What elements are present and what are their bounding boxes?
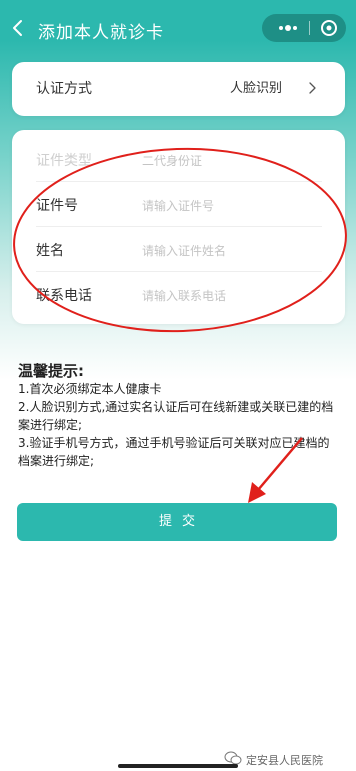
back-icon[interactable] — [8, 16, 28, 40]
name-row: 姓名 请输入证件姓名 — [36, 228, 322, 272]
auth-method-label: 认证方式 — [36, 81, 92, 97]
id-type-row: 证件类型 二代身份证 — [36, 138, 322, 182]
name-label: 姓名 — [36, 243, 64, 259]
auth-method-card[interactable]: 认证方式 人脸识别 — [12, 62, 345, 116]
capsule-divider — [309, 21, 310, 35]
phone-label: 联系电话 — [36, 288, 92, 304]
mini-program-close-icon[interactable] — [314, 14, 344, 42]
page-title: 添加本人就诊卡 — [38, 23, 164, 43]
tip-item-3: 3.验证手机号方式，通过手机号验证后可关联对应已建档的档案进行绑定; — [18, 436, 330, 468]
name-input[interactable]: 请输入证件姓名 — [142, 242, 226, 259]
tip-item-1: 1.首次必须绑定本人健康卡 — [18, 382, 162, 396]
home-indicator — [118, 764, 238, 768]
tips-title: 温馨提示: — [18, 362, 84, 380]
watermark: 定安县人民医院 — [224, 751, 323, 768]
phone-input[interactable]: 请输入联系电话 — [142, 287, 226, 304]
phone-row: 联系电话 请输入联系电话 — [36, 273, 322, 317]
more-dots-icon[interactable] — [272, 14, 304, 42]
submit-button[interactable]: 提交 — [17, 503, 337, 541]
divider — [36, 226, 322, 227]
id-type-value: 二代身份证 — [142, 154, 203, 168]
annotation-arrow-head — [248, 482, 266, 503]
wechat-icon — [224, 751, 242, 765]
divider — [36, 271, 322, 272]
chevron-right-icon — [309, 82, 316, 94]
tip-item-2: 2.人脸识别方式,通过实名认证后可在线新建或关联已建的档案进行绑定; — [18, 400, 334, 432]
id-number-input[interactable]: 请输入证件号 — [142, 197, 214, 214]
watermark-text: 定安县人民医院 — [246, 754, 323, 767]
id-type-label: 证件类型 — [36, 153, 92, 169]
id-number-label: 证件号 — [36, 198, 78, 214]
id-number-row: 证件号 请输入证件号 — [36, 183, 322, 227]
divider — [36, 181, 322, 182]
navigation-bar: 添加本人就诊卡 — [0, 0, 356, 58]
auth-method-value: 人脸识别 — [230, 81, 283, 96]
mini-program-capsule — [262, 14, 346, 42]
id-form-card: 证件类型 二代身份证 证件号 请输入证件号 姓名 请输入证件姓名 联系电话 请输… — [12, 130, 345, 324]
